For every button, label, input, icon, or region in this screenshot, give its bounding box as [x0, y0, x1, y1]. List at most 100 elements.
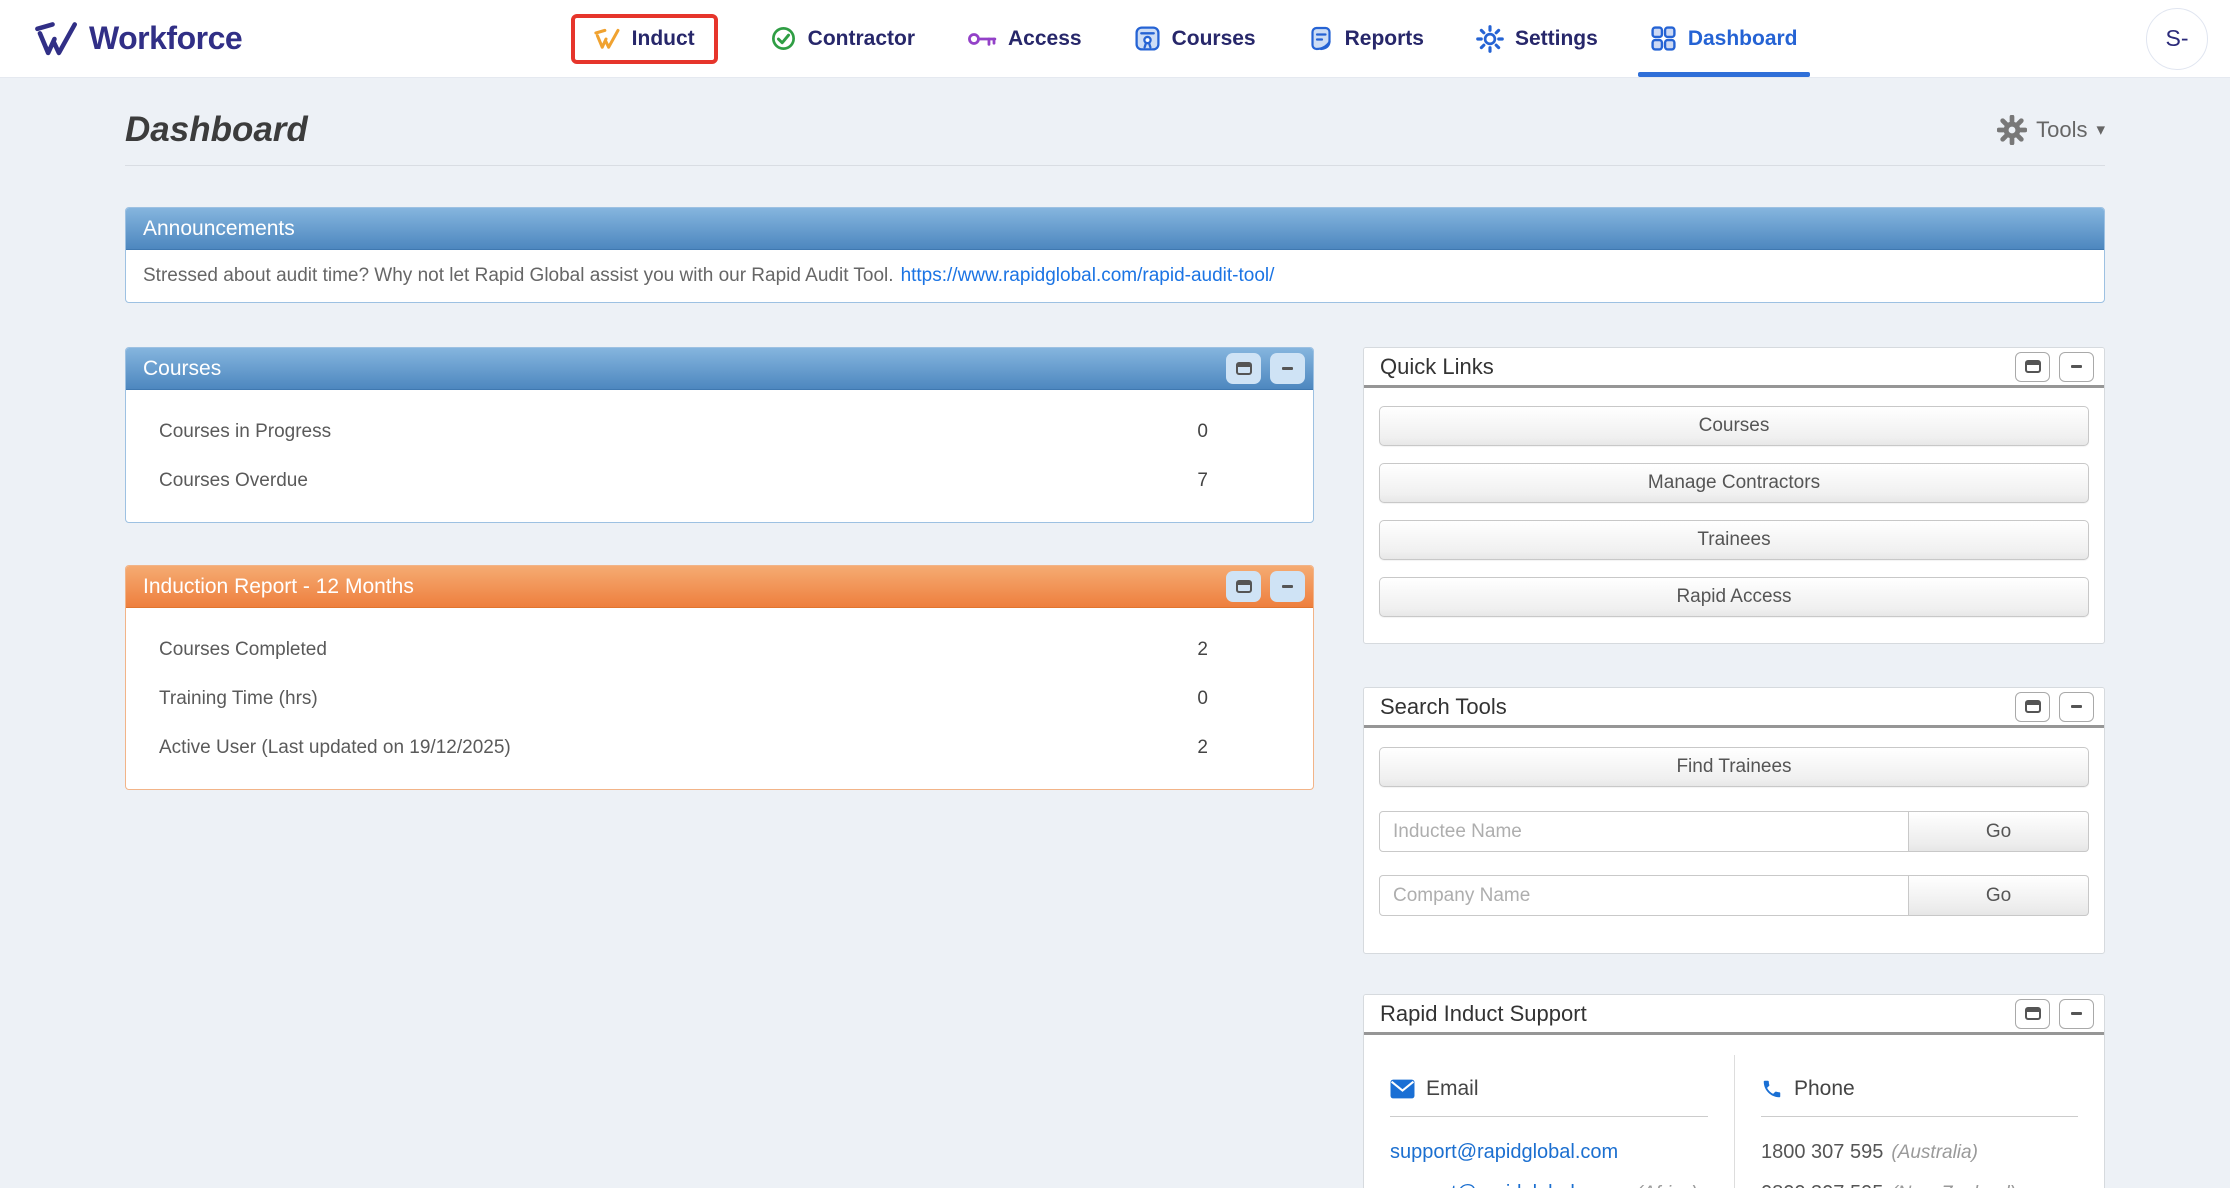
- row-label: Courses in Progress: [159, 421, 331, 443]
- announcements-panel: Announcements Stressed about audit time?…: [125, 207, 2105, 303]
- quick-link-rapid-access-button[interactable]: Rapid Access: [1379, 577, 2089, 617]
- company-go-button[interactable]: Go: [1909, 875, 2089, 916]
- row-value: 2: [1197, 639, 1208, 661]
- nav-item-contractor[interactable]: Contractor: [770, 0, 915, 77]
- support-email-link[interactable]: support@rapidglobal.com: [1390, 1141, 1618, 1163]
- minimize-icon: [2071, 365, 2082, 368]
- tools-dropdown[interactable]: Tools ▾: [1997, 115, 2105, 145]
- top-nav: Workforce Induct Contractor: [0, 0, 2230, 78]
- access-icon: [967, 30, 997, 48]
- row-label: Active User (Last updated on 19/12/2025): [159, 737, 511, 759]
- list-item: support@rapidglobal.co.za(Africa): [1390, 1182, 1708, 1188]
- phone-number-australia: 1800 307 595: [1761, 1141, 1883, 1163]
- phone-icon: [1761, 1078, 1783, 1100]
- minimize-icon: [2071, 705, 2082, 708]
- email-icon: [1390, 1079, 1415, 1099]
- induction-panel-title: Induction Report - 12 Months: [143, 575, 414, 599]
- avatar-initials: S-: [2166, 25, 2189, 52]
- gear-icon: [1997, 115, 2027, 145]
- table-row: Courses Overdue 7: [126, 456, 1313, 505]
- row-value: 7: [1197, 470, 1208, 492]
- nav-item-settings[interactable]: Settings: [1476, 0, 1598, 77]
- settings-icon: [1476, 25, 1504, 53]
- quick-links-panel: Quick Links Courses Manage Contractors T…: [1363, 347, 2105, 644]
- minimize-button[interactable]: [2059, 692, 2094, 722]
- page-title: Dashboard: [125, 110, 308, 150]
- window-restore-icon: [1236, 580, 1252, 593]
- brand-logo[interactable]: Workforce: [34, 20, 242, 58]
- courses-panel-title: Courses: [143, 357, 221, 381]
- find-trainees-button[interactable]: Find Trainees: [1379, 747, 2089, 787]
- support-panel: Rapid Induct Support Email: [1363, 994, 2105, 1188]
- row-value: 0: [1197, 421, 1208, 443]
- nav-item-dashboard[interactable]: Dashboard: [1650, 0, 1798, 77]
- induct-highlight-box: Induct: [571, 14, 718, 64]
- quick-link-trainees-button[interactable]: Trainees: [1379, 520, 2089, 560]
- search-tools-title: Search Tools: [1380, 694, 1507, 720]
- nav-label-courses: Courses: [1172, 27, 1256, 51]
- minimize-icon: [1282, 367, 1293, 370]
- nav-label-induct: Induct: [632, 27, 695, 51]
- nav-item-reports[interactable]: Reports: [1308, 0, 1424, 77]
- courses-icon: [1134, 25, 1161, 52]
- nav-label-contractor: Contractor: [808, 27, 915, 51]
- nav-label-dashboard: Dashboard: [1688, 27, 1798, 51]
- window-restore-button[interactable]: [1226, 571, 1261, 602]
- nav-item-courses[interactable]: Courses: [1134, 0, 1256, 77]
- list-item: 0800 307 595(New Zealand): [1761, 1182, 2078, 1188]
- company-name-input[interactable]: [1379, 875, 1909, 916]
- minimize-button[interactable]: [2059, 352, 2094, 382]
- minimize-icon: [2071, 1012, 2082, 1015]
- nav-item-access[interactable]: Access: [967, 0, 1082, 77]
- reports-icon: [1308, 25, 1334, 52]
- window-restore-button[interactable]: [2015, 352, 2050, 382]
- table-row: Courses in Progress 0: [126, 407, 1313, 456]
- window-restore-button[interactable]: [2015, 692, 2050, 722]
- quick-links-title: Quick Links: [1380, 354, 1494, 380]
- window-restore-icon: [1236, 362, 1252, 375]
- window-restore-button[interactable]: [1226, 353, 1261, 384]
- workforce-logo-icon: [34, 20, 80, 58]
- support-panel-title: Rapid Induct Support: [1380, 1001, 1587, 1027]
- list-item: support@rapidglobal.com: [1390, 1141, 1708, 1164]
- quick-link-manage-contractors-button[interactable]: Manage Contractors: [1379, 463, 2089, 503]
- support-phone-column: Phone 1800 307 595(Australia) 0800 307 5…: [1734, 1055, 2104, 1188]
- tools-label: Tools: [2036, 117, 2087, 143]
- avatar[interactable]: S-: [2146, 8, 2208, 70]
- row-label: Courses Completed: [159, 639, 327, 661]
- minimize-icon: [1282, 585, 1293, 588]
- nav-item-induct[interactable]: Induct: [571, 0, 718, 77]
- support-email-africa-link[interactable]: support@rapidglobal.co.za: [1390, 1182, 1628, 1188]
- table-row: Courses Completed 2: [126, 625, 1313, 674]
- email-divider: [1390, 1116, 1708, 1117]
- announcement-text: Stressed about audit time? Why not let R…: [143, 265, 894, 287]
- induction-report-panel: Induction Report - 12 Months Courses Com…: [125, 565, 1314, 790]
- nav-label-settings: Settings: [1515, 27, 1598, 51]
- nav-label-access: Access: [1008, 27, 1082, 51]
- window-restore-icon: [2025, 360, 2041, 373]
- window-restore-button[interactable]: [2015, 999, 2050, 1029]
- table-row: Training Time (hrs) 0: [126, 674, 1313, 723]
- inductee-name-input[interactable]: [1379, 811, 1909, 852]
- announcements-title: Announcements: [143, 217, 295, 241]
- title-divider: [125, 165, 2105, 166]
- row-label: Courses Overdue: [159, 470, 308, 492]
- list-item: 1800 307 595(Australia): [1761, 1141, 2078, 1164]
- announcement-link[interactable]: https://www.rapidglobal.com/rapid-audit-…: [901, 265, 1275, 287]
- email-heading: Email: [1426, 1077, 1479, 1101]
- window-restore-icon: [2025, 700, 2041, 713]
- phone-number-nz: 0800 307 595: [1761, 1182, 1883, 1188]
- contractor-icon: [770, 25, 797, 52]
- brand-name: Workforce: [89, 20, 242, 57]
- main-content: Dashboard Tools ▾ Announcements Stressed…: [0, 110, 2230, 1188]
- main-nav: Induct Contractor Access: [242, 0, 2126, 77]
- table-row: Active User (Last updated on 19/12/2025)…: [126, 723, 1313, 772]
- minimize-button[interactable]: [1270, 571, 1305, 602]
- chevron-down-icon: ▾: [2096, 120, 2105, 140]
- inductee-go-button[interactable]: Go: [1909, 811, 2089, 852]
- courses-panel: Courses Courses in Progress 0 Courses Ov…: [125, 347, 1314, 523]
- support-email-column: Email support@rapidglobal.com support@ra…: [1364, 1055, 1734, 1188]
- minimize-button[interactable]: [1270, 353, 1305, 384]
- quick-link-courses-button[interactable]: Courses: [1379, 406, 2089, 446]
- minimize-button[interactable]: [2059, 999, 2094, 1029]
